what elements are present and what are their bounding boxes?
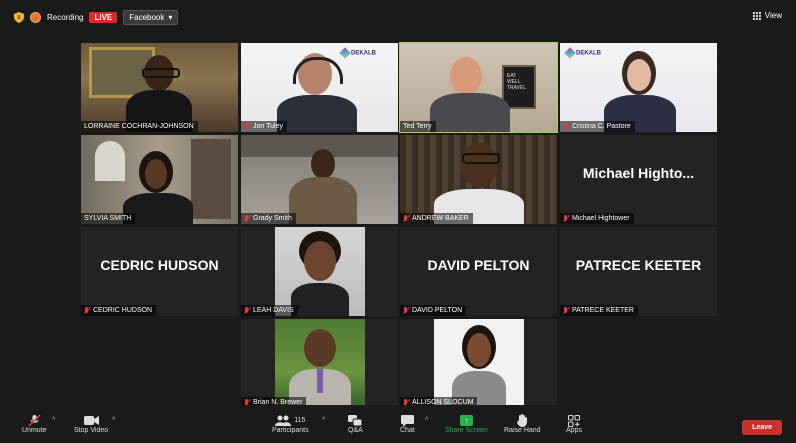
- participant-tile[interactable]: ALLISON SLOCUM: [400, 319, 557, 408]
- dekalb-logo: DEKALB: [564, 47, 601, 59]
- participant-tile-active-speaker[interactable]: EAT WELL TRAVEL Ted Terry: [399, 42, 558, 133]
- unmute-label: Unmute: [22, 427, 47, 434]
- participant-name-bar: DAVID PELTON: [400, 305, 467, 316]
- participant-name-bar: LEAH DAVIS: [241, 305, 298, 316]
- raise-hand-label: Raise Hand: [504, 427, 541, 434]
- participant-display-name: DAVID PELTON: [427, 257, 530, 273]
- chat-options-caret-icon[interactable]: ^: [425, 417, 428, 424]
- muted-mic-icon: [84, 306, 90, 315]
- unmute-button[interactable]: Unmute: [22, 414, 47, 434]
- chat-bubble-icon: [400, 414, 414, 427]
- chat-label: Chat: [400, 427, 415, 434]
- muted-mic-icon: [244, 122, 250, 131]
- participant-tile-video-off[interactable]: Michael Highto... Michael Hightower: [560, 135, 717, 224]
- participant-name-bar: Cristina C. Pastore: [560, 121, 635, 132]
- participant-tile-video-off[interactable]: CEDRIC HUDSON CEDRIC HUDSON: [81, 227, 238, 316]
- apps-button[interactable]: Apps: [566, 414, 582, 434]
- participant-tile[interactable]: LORRAINE COCHRAN-JOHNSON: [81, 43, 238, 132]
- video-camera-icon: [83, 414, 99, 427]
- share-screen-icon: ↑: [459, 414, 473, 427]
- participant-name: Jon Tuley: [253, 123, 283, 130]
- share-screen-button[interactable]: ↑ Share Screen: [445, 414, 488, 434]
- participant-name: Grady Smith: [253, 215, 292, 222]
- recording-label: Recording: [47, 12, 84, 22]
- qa-label: Q&A: [348, 427, 363, 434]
- audio-options-caret-icon[interactable]: ^: [52, 417, 55, 424]
- participants-label: Participants: [272, 427, 309, 434]
- participant-name-bar: Jon Tuley: [241, 121, 287, 132]
- participant-tile[interactable]: DEKALB Cristina C. Pastore: [560, 43, 717, 132]
- participant-tile[interactable]: LEAH DAVIS: [241, 227, 398, 316]
- stop-video-button[interactable]: Stop Video: [74, 414, 108, 434]
- leave-button[interactable]: Leave: [742, 420, 782, 435]
- muted-mic-icon: [244, 306, 250, 315]
- top-bar: Recording LIVE Facebook ▾ View: [0, 0, 796, 34]
- participant-name: LORRAINE COCHRAN-JOHNSON: [84, 123, 194, 130]
- participant-name-bar: Ted Terry: [400, 121, 436, 132]
- dekalb-logo: DEKALB: [339, 47, 376, 59]
- muted-mic-icon: [563, 214, 569, 223]
- participant-name-bar: CEDRIC HUDSON: [81, 305, 157, 316]
- participant-name: Cristina C. Pastore: [572, 123, 631, 130]
- recording-icon: [30, 11, 41, 23]
- participant-name-bar: SYLVIA SMITH: [81, 213, 136, 224]
- participant-tile-video-off[interactable]: PATRECE KEETER PATRECE KEETER: [560, 227, 717, 316]
- raise-hand-icon: [516, 414, 528, 427]
- participant-display-name: CEDRIC HUDSON: [100, 257, 219, 273]
- stop-video-label: Stop Video: [74, 427, 109, 434]
- chevron-down-icon: ▾: [168, 12, 173, 22]
- video-options-caret-icon[interactable]: ^: [112, 417, 115, 424]
- participant-tile[interactable]: ANDREW BAKER: [400, 135, 557, 224]
- chat-button[interactable]: Chat: [400, 414, 415, 434]
- participant-display-name: Michael Highto...: [582, 165, 695, 181]
- participant-name: SYLVIA SMITH: [84, 215, 132, 222]
- qa-button[interactable]: Q&A: [348, 414, 363, 434]
- qa-icon: [348, 414, 363, 427]
- raise-hand-button[interactable]: Raise Hand: [504, 414, 541, 434]
- view-button[interactable]: View: [752, 11, 782, 20]
- participant-name: Ted Terry: [403, 123, 432, 130]
- stream-target-label: Facebook: [129, 12, 165, 22]
- participant-name: DAVID PELTON: [412, 307, 463, 314]
- participant-tile[interactable]: DEKALB Jon Tuley: [241, 43, 398, 132]
- muted-microphone-icon: [28, 414, 41, 427]
- participant-name-bar: Grady Smith: [241, 213, 296, 224]
- live-badge[interactable]: LIVE: [89, 11, 118, 23]
- muted-mic-icon: [563, 122, 569, 131]
- participant-name: CEDRIC HUDSON: [93, 307, 153, 314]
- grid-view-icon: [752, 11, 761, 20]
- participant-name-bar: PATRECE KEETER: [560, 305, 638, 316]
- participants-options-caret-icon[interactable]: ^: [322, 417, 325, 424]
- participant-tile[interactable]: Brian N. Brewer: [241, 319, 398, 408]
- participant-name-bar: ANDREW BAKER: [400, 213, 473, 224]
- security-shield-icon[interactable]: [14, 11, 24, 23]
- participant-count: 115: [294, 417, 306, 424]
- participant-name-bar: Michael Hightower: [560, 213, 634, 224]
- view-label: View: [764, 11, 782, 20]
- participant-display-name: PATRECE KEETER: [575, 257, 702, 273]
- meeting-toolbar: Unmute ^ Stop Video ^ 115 Participants ^…: [0, 405, 796, 443]
- muted-mic-icon: [403, 214, 409, 223]
- participant-tile[interactable]: Grady Smith: [241, 135, 398, 224]
- participant-tile-video-off[interactable]: DAVID PELTON DAVID PELTON: [400, 227, 557, 316]
- participants-icon: 115: [275, 414, 305, 427]
- participant-name: Michael Hightower: [572, 215, 630, 222]
- share-screen-label: Share Screen: [445, 427, 488, 434]
- participant-name: LEAH DAVIS: [253, 307, 294, 314]
- participant-tile[interactable]: SYLVIA SMITH: [81, 135, 238, 224]
- participants-button[interactable]: 115 Participants: [272, 414, 309, 434]
- muted-mic-icon: [563, 306, 569, 315]
- apps-icon: [567, 414, 580, 427]
- participant-name: ANDREW BAKER: [412, 215, 469, 222]
- muted-mic-icon: [244, 214, 250, 223]
- muted-mic-icon: [403, 306, 409, 315]
- apps-label: Apps: [566, 427, 582, 434]
- participant-name-bar: LORRAINE COCHRAN-JOHNSON: [81, 121, 198, 132]
- stream-target-dropdown[interactable]: Facebook ▾: [123, 9, 179, 25]
- participant-name: PATRECE KEETER: [572, 307, 634, 314]
